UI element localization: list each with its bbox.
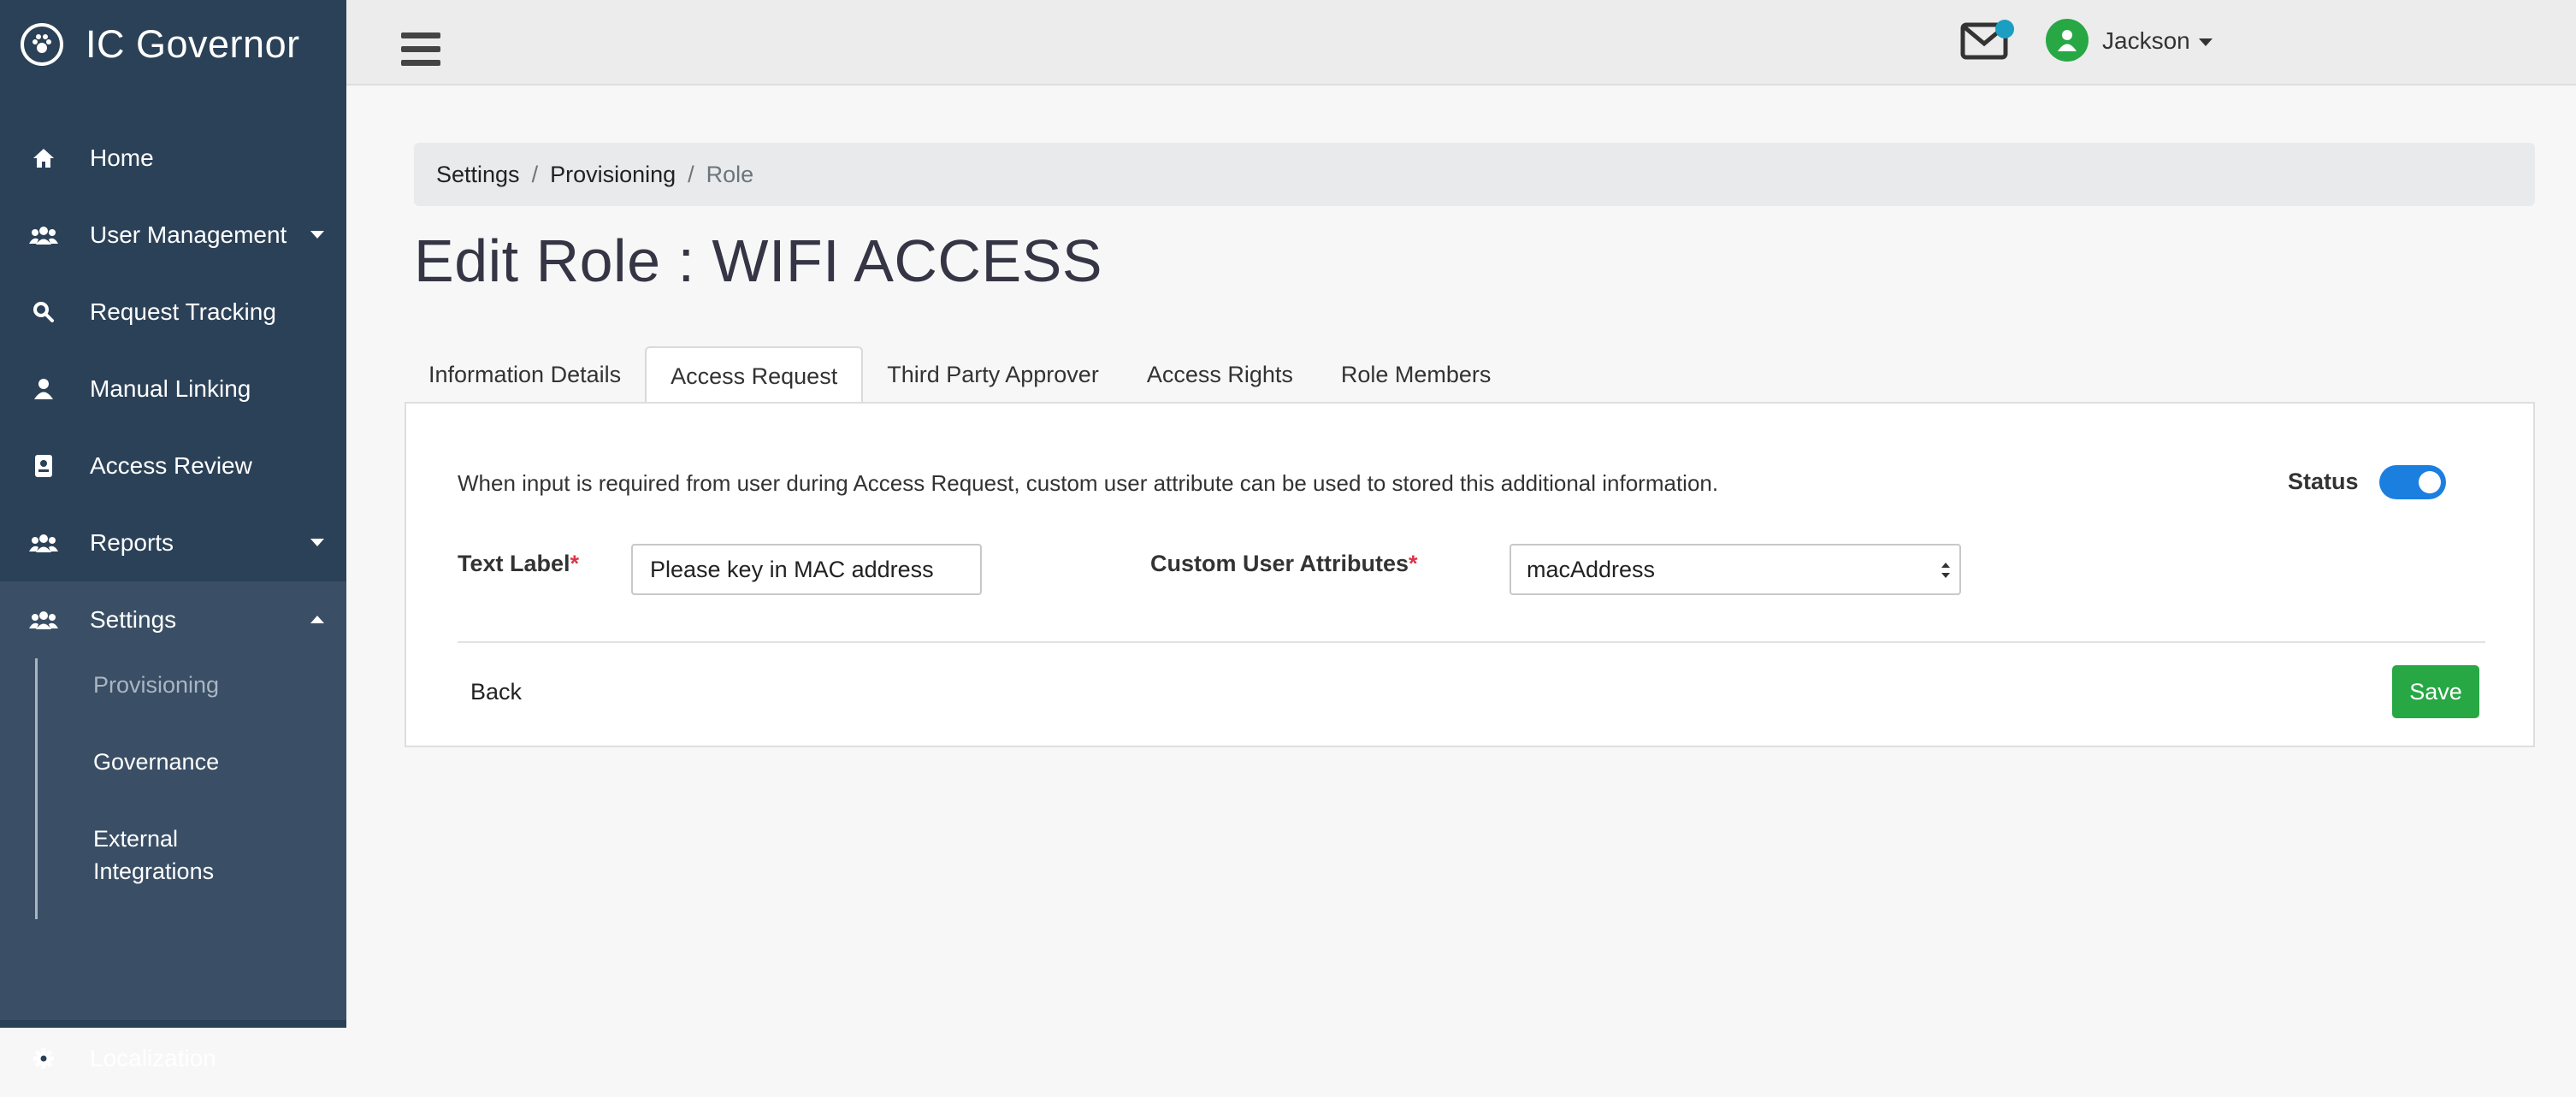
toggle-knob <box>2419 471 2441 493</box>
sidebar: IC Governor Home User Management Request… <box>0 0 346 1071</box>
divider <box>458 641 2485 643</box>
chevron-down-icon[interactable] <box>2199 38 2213 46</box>
sidebar-item-user-management[interactable]: User Management <box>0 197 346 274</box>
sidebar-item-label: User Management <box>90 221 287 248</box>
breadcrumb-role: Role <box>706 161 754 187</box>
sidebar-subitem-provisioning[interactable]: Provisioning <box>93 669 219 701</box>
sidebar-item-localization[interactable]: Localization <box>0 1020 346 1097</box>
chevron-up-icon <box>310 616 324 623</box>
user-menu[interactable]: Jackson <box>2102 27 2190 55</box>
sidebar-item-settings[interactable]: Settings <box>0 581 346 658</box>
sidebar-item-label: Localization <box>90 1045 216 1071</box>
hamburger-menu-icon[interactable] <box>401 32 440 68</box>
field-label-text: Custom User Attributes <box>1150 551 1409 576</box>
brand[interactable]: IC Governor <box>21 21 300 68</box>
sidebar-subitem-governance[interactable]: Governance <box>93 746 219 778</box>
select-value: macAddress <box>1527 556 1656 582</box>
sidebar-item-home[interactable]: Home <box>0 120 346 197</box>
user-icon <box>29 375 58 404</box>
save-button[interactable]: Save <box>2392 665 2479 718</box>
sidebar-item-reports[interactable]: Reports <box>0 504 346 581</box>
breadcrumb-provisioning[interactable]: Provisioning <box>550 162 676 188</box>
tab-role-members[interactable]: Role Members <box>1317 346 1515 403</box>
top-bar <box>346 0 2576 86</box>
sidebar-item-access-review[interactable]: Access Review <box>0 428 346 504</box>
tab-third-party-approver[interactable]: Third Party Approver <box>863 346 1123 403</box>
required-mark: * <box>1409 551 1418 576</box>
sidebar-item-label: Settings <box>90 606 177 633</box>
sidebar-item-label: Home <box>90 144 154 171</box>
breadcrumb: Settings / Provisioning / Role <box>414 143 2535 206</box>
required-mark: * <box>570 551 580 576</box>
sidebar-subitem-external-integrations[interactable]: External Integrations <box>93 823 214 888</box>
sidebar-item-manual-linking[interactable]: Manual Linking <box>0 351 346 428</box>
home-icon <box>29 144 58 173</box>
settings-submenu: Provisioning Governance External Integra… <box>0 658 346 1020</box>
users-icon <box>29 221 58 250</box>
avatar[interactable] <box>2046 19 2089 62</box>
sidebar-subitem-label: Integrations <box>93 858 215 884</box>
info-text: When input is required from user during … <box>458 470 1719 496</box>
app-title: IC Governor <box>86 22 300 66</box>
chevron-down-icon <box>310 231 324 239</box>
users-icon <box>29 605 58 634</box>
sidebar-item-label: Access Review <box>90 452 252 479</box>
breadcrumb-separator: / <box>531 161 539 187</box>
field-label-text: Text Label <box>458 551 570 576</box>
tab-access-rights[interactable]: Access Rights <box>1123 346 1317 403</box>
sidebar-item-label: Request Tracking <box>90 298 276 325</box>
users-icon <box>29 528 58 557</box>
status-label: Status <box>2288 469 2359 494</box>
custom-attributes-label: Custom User Attributes* <box>1150 551 1418 577</box>
tab-access-request[interactable]: Access Request <box>645 346 864 404</box>
sidebar-item-request-tracking[interactable]: Request Tracking <box>0 274 346 351</box>
custom-attributes-select[interactable]: macAddress <box>1510 544 1961 595</box>
page-title: Edit Role : WIFI ACCESS <box>414 227 1103 294</box>
text-label-input[interactable] <box>631 544 982 595</box>
chevron-down-icon <box>310 539 324 546</box>
search-icon <box>29 298 58 327</box>
access-request-panel: When input is required from user during … <box>405 402 2535 747</box>
breadcrumb-settings[interactable]: Settings <box>436 162 520 188</box>
sidebar-nav: Home User Management Request Tracking Ma… <box>0 120 346 1097</box>
sidebar-subitem-label: External <box>93 826 179 852</box>
breadcrumb-separator: / <box>688 161 694 187</box>
paw-logo-icon <box>21 23 63 66</box>
sidebar-item-label: Reports <box>90 529 174 556</box>
submenu-line <box>35 658 38 919</box>
notification-dot <box>1995 20 2014 38</box>
tab-bar: Information Details Access Request Third… <box>405 346 1515 404</box>
select-arrows-icon <box>1941 563 1950 578</box>
id-badge-icon <box>29 451 58 481</box>
back-button[interactable]: Back <box>470 679 522 705</box>
text-label-label: Text Label* <box>458 551 579 577</box>
tab-information-details[interactable]: Information Details <box>405 346 645 403</box>
sidebar-item-label: Manual Linking <box>90 375 251 402</box>
status-toggle[interactable] <box>2379 465 2446 499</box>
gear-icon <box>29 1044 58 1073</box>
